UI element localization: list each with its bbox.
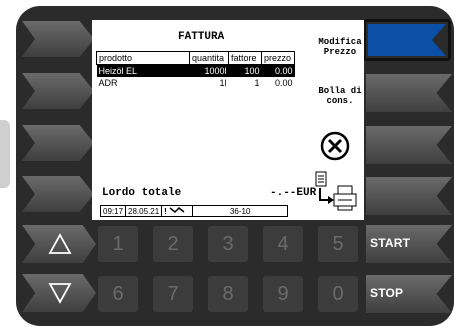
key-0[interactable]: 0: [318, 276, 358, 312]
start-key[interactable]: START: [366, 225, 452, 263]
bolla-di-cons-label: Bolla di cons.: [316, 86, 364, 106]
signal-icon: [169, 206, 185, 214]
key-8[interactable]: 8: [208, 276, 248, 312]
key-6[interactable]: 6: [98, 276, 138, 312]
key-3[interactable]: 3: [208, 226, 248, 262]
status-code: 36-10: [192, 205, 289, 217]
header-prodotto: prodotto: [96, 51, 190, 65]
cell-prodotto: ADR: [98, 78, 118, 88]
header-fattore: fattore: [228, 51, 262, 65]
cell-fattore: 100: [228, 64, 262, 77]
status-date: 28.05.21: [125, 205, 163, 217]
header-quantita: quantita: [189, 51, 229, 65]
cell-quantita: 1l: [219, 78, 227, 88]
key-9[interactable]: 9: [263, 276, 303, 312]
cell-prezzo: 0.00: [274, 78, 293, 88]
status-time: 09:17: [100, 205, 127, 217]
cell-prodotto: Heizöl EL: [96, 64, 190, 77]
screen-title: FATTURA: [178, 31, 225, 43]
stop-label: STOP: [370, 286, 404, 300]
cancel-icon: [320, 131, 350, 161]
side-tab: [0, 120, 10, 188]
cell-prezzo: 0.00: [261, 64, 295, 77]
modifica-line1: Modifica: [318, 37, 362, 47]
status-bar: 09:17 28.05.21 ! 36-10: [100, 205, 289, 217]
cell-fattore: 1: [254, 78, 260, 88]
stop-key[interactable]: STOP: [366, 275, 452, 313]
key-1[interactable]: 1: [98, 226, 138, 262]
header-prezzo: prezzo: [261, 51, 295, 65]
up-arrow-icon: [48, 233, 72, 254]
display-screen: FATTURA prodotto quantita fattore prezzo…: [92, 20, 364, 220]
status-signal-text: !: [164, 207, 167, 216]
modifica-prezzo-key[interactable]: [363, 19, 451, 61]
lordo-totale-value: -.--EUR: [270, 187, 317, 199]
down-arrow-icon: [48, 283, 72, 304]
down-arrow-key[interactable]: [22, 274, 96, 312]
status-signal: !: [161, 205, 194, 217]
key-4[interactable]: 4: [263, 226, 303, 262]
key-7[interactable]: 7: [153, 276, 193, 312]
table-row[interactable]: ADR 1l 1 0.00: [97, 77, 295, 89]
modifica-line2: Prezzo: [323, 47, 357, 57]
table-row[interactable]: Heizöl EL 1000l 100 0.00: [96, 64, 295, 77]
right-softkey-4[interactable]: [366, 177, 452, 215]
right-softkey-3[interactable]: [366, 126, 452, 164]
printer-icon: [315, 171, 357, 211]
key-2[interactable]: 2: [153, 226, 193, 262]
invoice-table: prodotto quantita fattore prezzo Heizöl …: [96, 51, 295, 89]
key-5[interactable]: 5: [318, 226, 358, 262]
bolla-line2: cons.: [326, 96, 354, 106]
bolla-di-cons-key[interactable]: [366, 74, 452, 112]
modifica-prezzo-label: Modifica Prezzo: [316, 37, 364, 57]
start-label: START: [370, 236, 411, 250]
up-arrow-key[interactable]: [22, 225, 96, 263]
cell-quantita: 1000l: [189, 64, 229, 77]
terminal-device: START STOP 1 2 3 4 5 6 7 8 9 0 FATTURA p…: [0, 0, 458, 330]
lordo-totale-label: Lordo totale: [102, 187, 182, 199]
bolla-line1: Bolla di: [318, 86, 362, 96]
table-header-row: prodotto quantita fattore prezzo: [96, 51, 295, 65]
